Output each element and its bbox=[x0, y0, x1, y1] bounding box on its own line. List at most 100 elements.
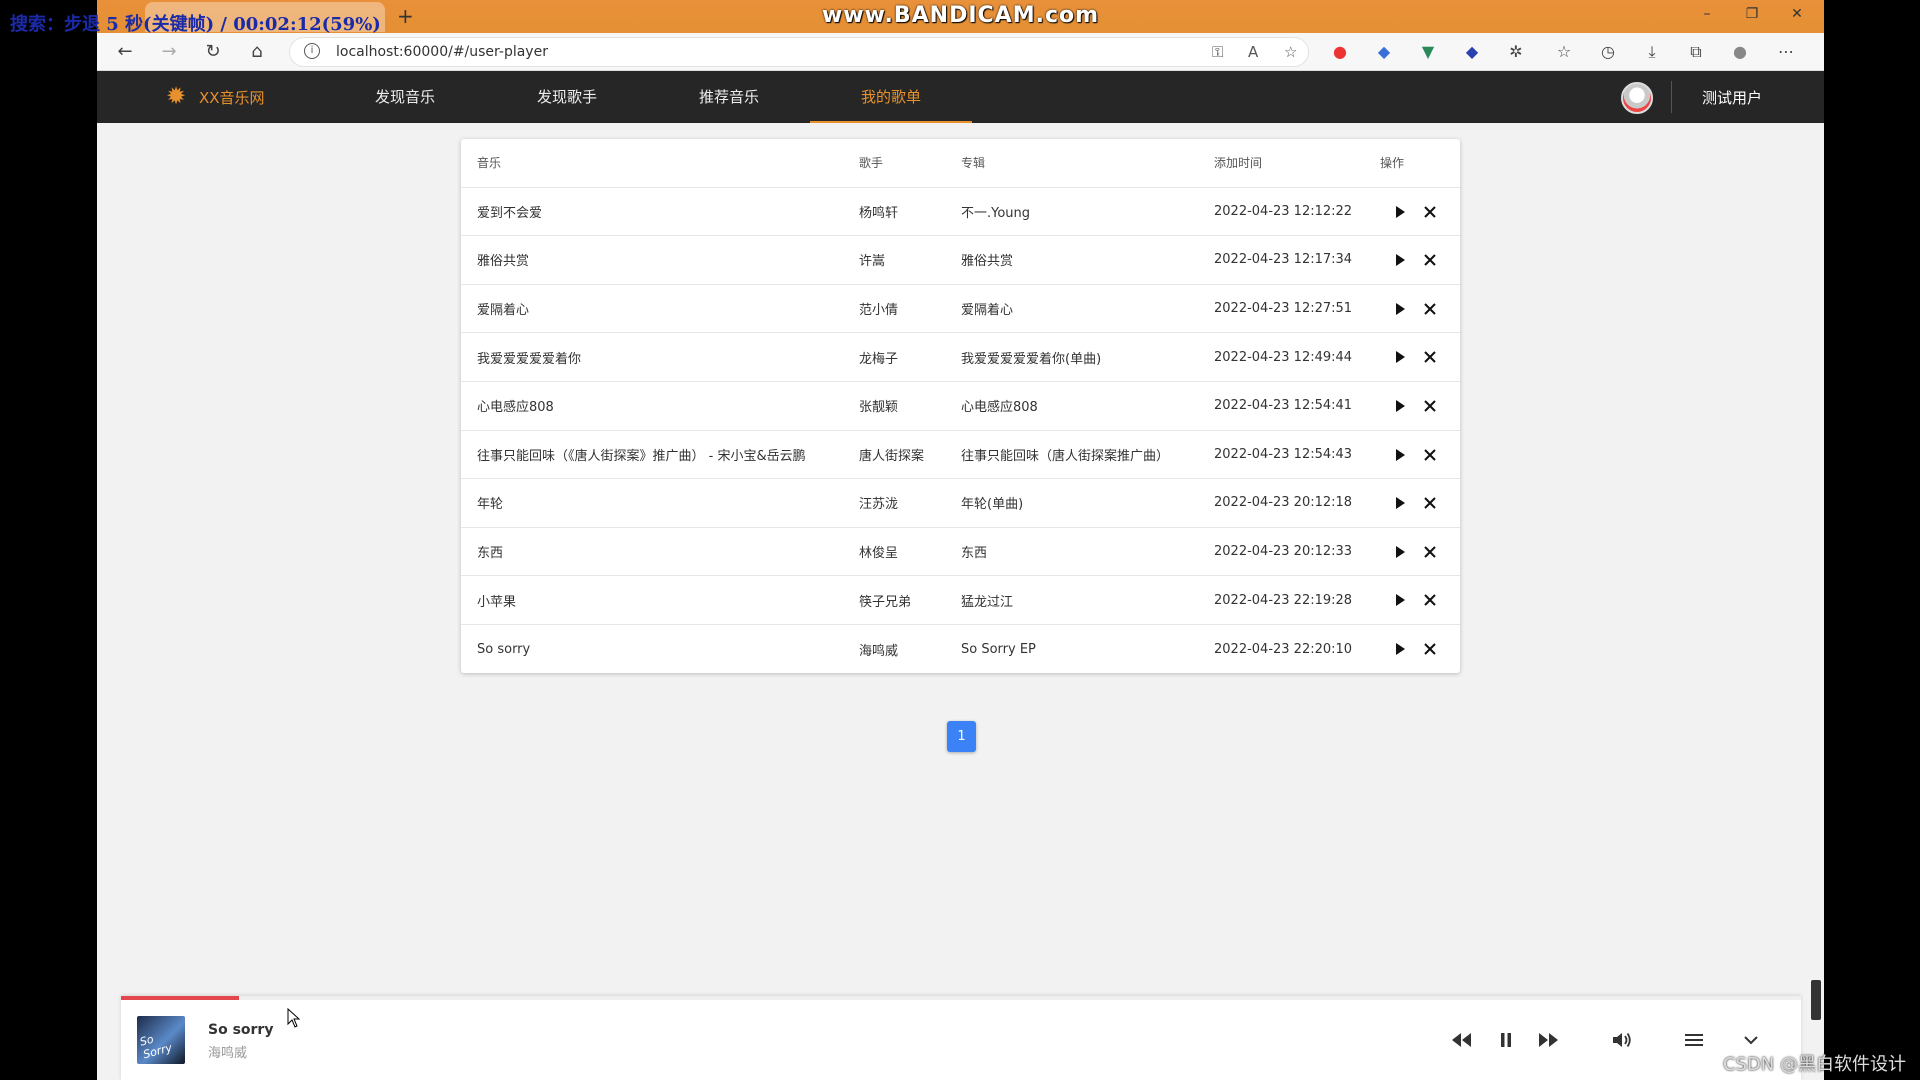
header-op: 操作 bbox=[1380, 156, 1405, 171]
page-button[interactable]: 1 bbox=[947, 721, 976, 752]
fast-forward-icon[interactable] bbox=[1536, 1030, 1560, 1050]
table-row: So sorry 海鸣威 So Sorry EP 2022-04-23 22:20:1… bbox=[461, 625, 1460, 674]
singer-cell: 张靓颖 bbox=[859, 400, 899, 416]
playlist-table: 音乐 歌手 专辑 添加时间 操作 爱到不会爱 杨鸣轩 不一.Young 2022-04… bbox=[461, 139, 1460, 673]
album-cell: 不一.Young bbox=[961, 205, 1031, 221]
play-song-icon[interactable] bbox=[1392, 349, 1408, 365]
song-name-cell: 爱到不会爱 bbox=[477, 205, 543, 221]
album-cell: 往事只能回味（唐人街探案推广曲） bbox=[961, 448, 1170, 464]
home-icon[interactable]: ⌂ bbox=[245, 40, 269, 64]
added-time-cell: 2022-04-23 20:12:18 bbox=[1214, 495, 1353, 511]
table-row: 爱隔着心 范小倩 爱隔着心 2022-04-23 12:27:51 bbox=[461, 285, 1460, 334]
download-icon[interactable]: ⤓ bbox=[1641, 41, 1663, 63]
url-text[interactable]: localhost:60000/#/user-player bbox=[336, 44, 548, 60]
extension-vue-icon[interactable]: ▼ bbox=[1417, 41, 1439, 63]
play-song-icon[interactable] bbox=[1392, 398, 1408, 414]
table-row: 我爱爱爱爱爱着你 龙梅子 我爱爱爱爱爱着你(单曲) 2022-04-23 12:49:… bbox=[461, 333, 1460, 382]
delete-song-icon[interactable] bbox=[1422, 641, 1438, 657]
play-song-icon[interactable] bbox=[1392, 252, 1408, 268]
avatar[interactable] bbox=[1621, 82, 1653, 114]
singer-cell: 龙梅子 bbox=[859, 351, 899, 367]
delete-song-icon[interactable] bbox=[1422, 447, 1438, 463]
app-window: + www.BANDICAM.com – ❐ ✕ ← → ↻ ⌂ i local… bbox=[97, 0, 1824, 1080]
mouse-cursor-icon bbox=[287, 1008, 301, 1028]
minimize-icon[interactable]: – bbox=[1697, 6, 1717, 22]
play-song-icon[interactable] bbox=[1392, 204, 1408, 220]
pause-icon[interactable] bbox=[1494, 1030, 1518, 1050]
added-time-cell: 2022-04-23 12:54:43 bbox=[1214, 446, 1353, 462]
favorite-star-icon[interactable]: ☆ bbox=[1284, 43, 1297, 61]
nav-discover-singer[interactable]: 发现歌手 bbox=[486, 71, 648, 123]
header-music: 音乐 bbox=[477, 156, 502, 171]
album-cell: 心电感应808 bbox=[961, 400, 1038, 416]
history-icon[interactable]: ◷ bbox=[1597, 41, 1619, 63]
play-song-icon[interactable] bbox=[1392, 641, 1408, 657]
delete-song-icon[interactable] bbox=[1422, 398, 1438, 414]
song-name-cell: 我爱爱爱爱爱着你 bbox=[477, 351, 582, 367]
play-song-icon[interactable] bbox=[1392, 447, 1408, 463]
music-player-bar: So Sorry So sorry 海鸣威 bbox=[121, 996, 1801, 1080]
table-row: 东西 林俊呈 东西 2022-04-23 20:12:33 bbox=[461, 528, 1460, 577]
read-aloud-icon[interactable]: A bbox=[1248, 43, 1258, 61]
volume-icon[interactable] bbox=[1610, 1030, 1634, 1050]
site-info-icon[interactable]: i bbox=[304, 43, 320, 59]
profile-icon[interactable]: ● bbox=[1729, 41, 1751, 63]
song-name-cell: 年轮 bbox=[477, 497, 504, 513]
extension-blue-icon[interactable]: ◆ bbox=[1461, 41, 1483, 63]
scrollbar-handle[interactable] bbox=[1811, 980, 1821, 1020]
table-header: 音乐 歌手 专辑 添加时间 操作 bbox=[461, 139, 1460, 188]
play-song-icon[interactable] bbox=[1392, 592, 1408, 608]
play-song-icon[interactable] bbox=[1392, 495, 1408, 511]
rewind-icon[interactable] bbox=[1450, 1030, 1474, 1050]
favorites-icon[interactable]: ☆ bbox=[1553, 41, 1575, 63]
address-bar[interactable]: i localhost:60000/#/user-player ⚿ A ☆ bbox=[289, 37, 1309, 67]
extension-translate-icon[interactable]: ◆ bbox=[1373, 41, 1395, 63]
delete-song-icon[interactable] bbox=[1422, 204, 1438, 220]
song-name-cell: 往事只能回味（《唐人街探案》推广曲） - 宋小宝&岳云鹏 bbox=[477, 448, 806, 464]
delete-song-icon[interactable] bbox=[1422, 252, 1438, 268]
more-menu-icon[interactable]: ⋯ bbox=[1775, 41, 1797, 63]
refresh-icon[interactable]: ↻ bbox=[201, 40, 225, 64]
table-row: 雅俗共赏 许嵩 雅俗共赏 2022-04-23 12:17:34 bbox=[461, 236, 1460, 285]
album-cell: 爱隔着心 bbox=[961, 303, 1014, 319]
nav-my-playlist[interactable]: 我的歌单 bbox=[810, 71, 972, 123]
singer-cell: 汪苏泷 bbox=[859, 497, 899, 513]
collections-icon[interactable]: ⧉ bbox=[1685, 41, 1707, 63]
close-icon[interactable]: ✕ bbox=[1787, 6, 1807, 22]
header-singer: 歌手 bbox=[859, 156, 884, 171]
delete-song-icon[interactable] bbox=[1422, 592, 1438, 608]
restore-icon[interactable]: ❐ bbox=[1742, 6, 1762, 22]
chevron-down-icon[interactable] bbox=[1739, 1030, 1763, 1050]
progress-bar[interactable] bbox=[121, 996, 1801, 1000]
delete-song-icon[interactable] bbox=[1422, 495, 1438, 511]
delete-song-icon[interactable] bbox=[1422, 349, 1438, 365]
cover-text: So Sorry bbox=[138, 1032, 174, 1062]
album-cover[interactable]: So Sorry bbox=[137, 1016, 185, 1064]
back-icon[interactable]: ← bbox=[113, 40, 137, 64]
nav-discover-music[interactable]: 发现音乐 bbox=[324, 71, 486, 123]
delete-song-icon[interactable] bbox=[1422, 301, 1438, 317]
username[interactable]: 测试用户 bbox=[1702, 87, 1762, 108]
nav-recommend-music[interactable]: 推荐音乐 bbox=[648, 71, 810, 123]
key-icon[interactable]: ⚿ bbox=[1212, 43, 1223, 61]
play-song-icon[interactable] bbox=[1392, 544, 1408, 560]
playlist-menu-icon[interactable] bbox=[1682, 1030, 1706, 1050]
added-time-cell: 2022-04-23 20:12:33 bbox=[1214, 544, 1353, 560]
extensions-puzzle-icon[interactable]: ✲ bbox=[1505, 41, 1527, 63]
header-time: 添加时间 bbox=[1214, 156, 1263, 171]
table-row: 往事只能回味（《唐人街探案》推广曲） - 宋小宝&岳云鹏 唐人街探案 往事只能回味（… bbox=[461, 431, 1460, 480]
forward-icon[interactable]: → bbox=[157, 40, 181, 64]
song-name-cell: 雅俗共赏 bbox=[477, 254, 530, 270]
delete-song-icon[interactable] bbox=[1422, 544, 1438, 560]
extension-red-icon[interactable]: ● bbox=[1329, 41, 1351, 63]
added-time-cell: 2022-04-23 12:12:22 bbox=[1214, 203, 1353, 219]
site-logo-text[interactable]: XX音乐网 bbox=[199, 87, 265, 108]
song-name-cell: 爱隔着心 bbox=[477, 303, 530, 319]
album-cell: 雅俗共赏 bbox=[961, 254, 1014, 270]
table-row: 心电感应808 张靓颖 心电感应808 2022-04-23 12:54:41 bbox=[461, 382, 1460, 431]
song-name-cell: 心电感应808 bbox=[477, 400, 554, 416]
app-navbar: ✹ XX音乐网 发现音乐 发现歌手 推荐音乐 我的歌单 测试用户 bbox=[97, 71, 1824, 123]
search-status-overlay: 搜索：步退 5 秒(关键帧) / 00:02:12(59%) bbox=[10, 14, 381, 35]
singer-cell: 杨鸣轩 bbox=[859, 205, 899, 221]
play-song-icon[interactable] bbox=[1392, 301, 1408, 317]
